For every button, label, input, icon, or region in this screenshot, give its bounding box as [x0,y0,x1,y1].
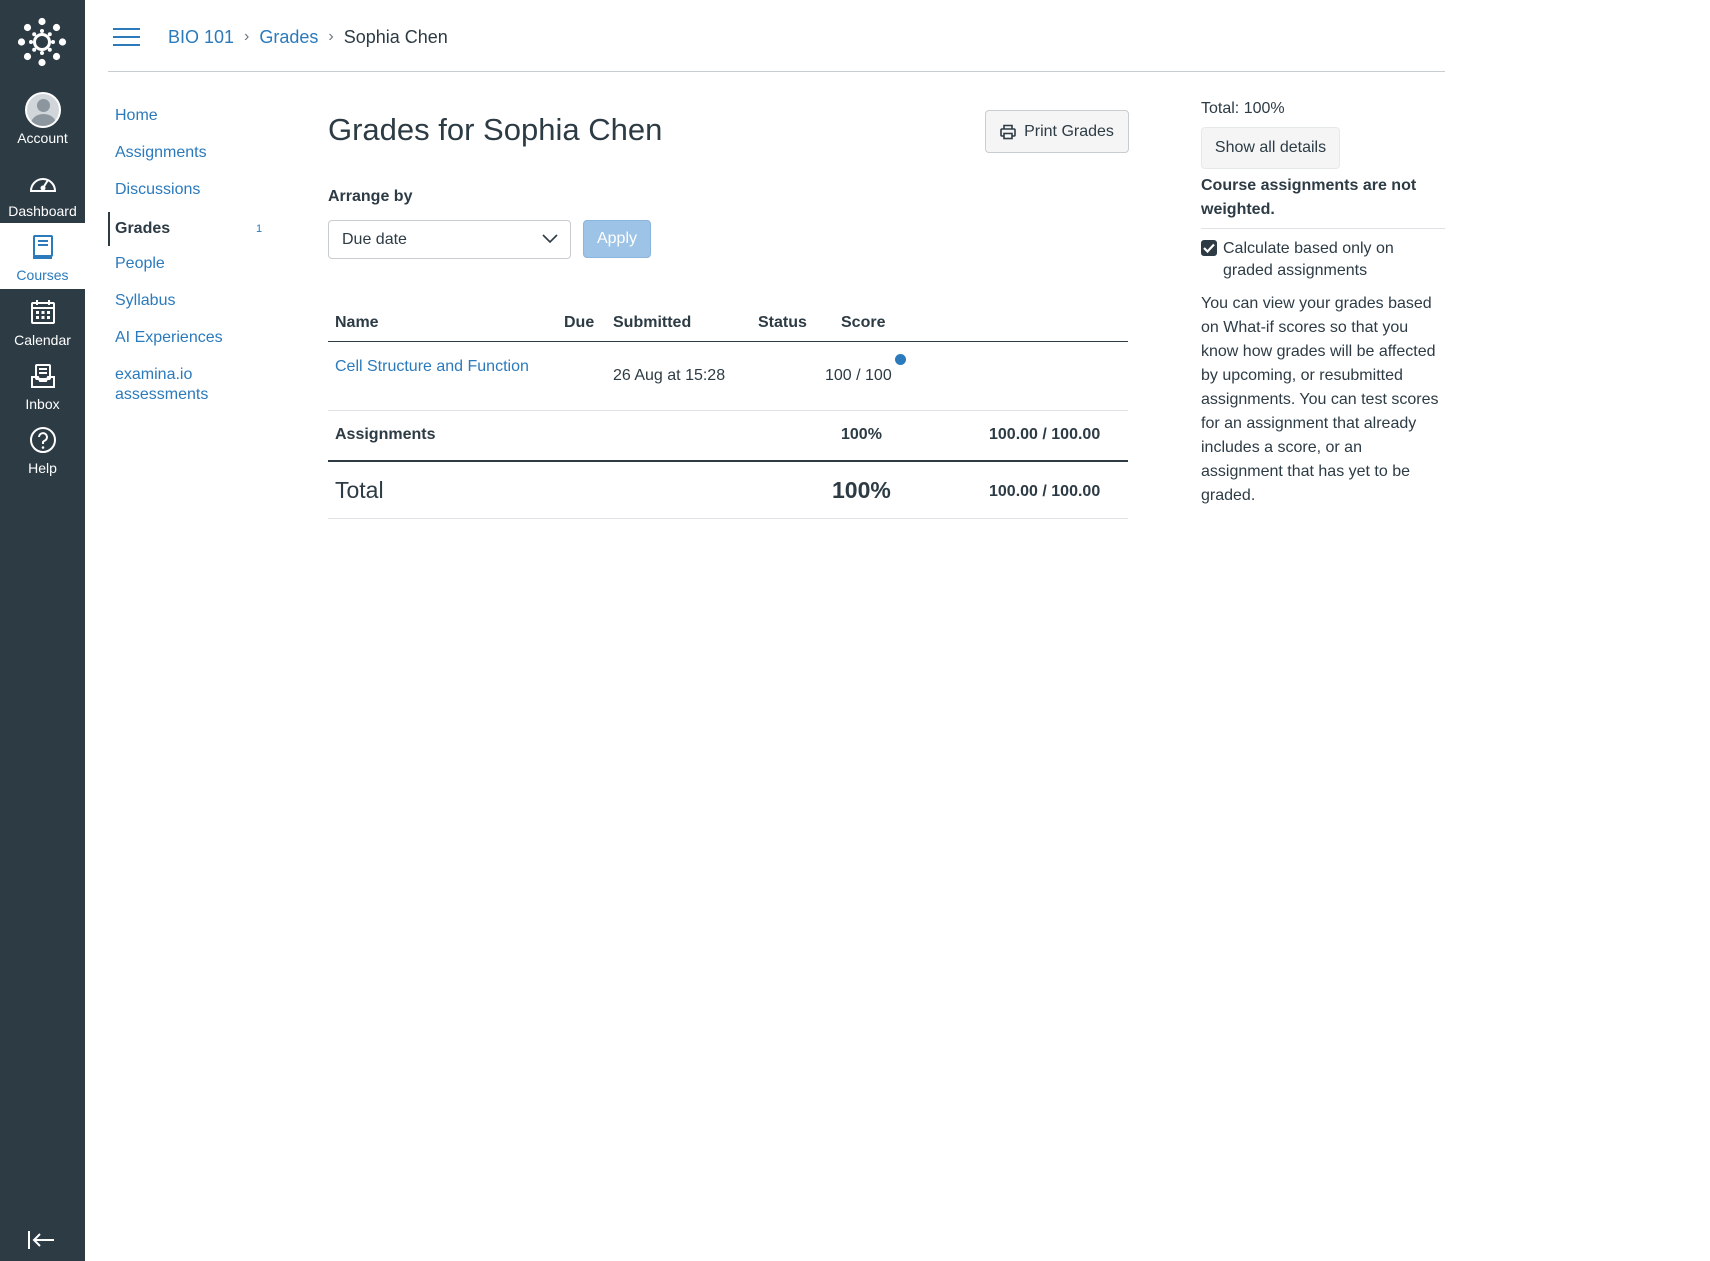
column-header-due[interactable]: Due [564,314,594,332]
global-nav-courses[interactable]: Courses [0,223,85,289]
arrange-by-label: Arrange by [328,188,413,205]
total-label: Total [335,477,384,503]
apply-button[interactable]: Apply [583,220,651,258]
total-divider [328,460,1128,462]
group-percent: 100% [841,426,882,443]
chevron-down-icon [542,234,558,244]
breadcrumb-course-link[interactable]: BIO 101 [168,27,234,48]
total-grade: Total: 100% [1201,100,1285,117]
calculate-graded-only-checkbox[interactable] [1201,240,1217,256]
printer-icon [1000,124,1016,139]
course-nav-grades-label: Grades [115,220,171,237]
hamburger-icon[interactable] [113,26,140,48]
course-nav-grades[interactable]: Grades 1 [108,212,268,246]
global-navigation: Account Dashboard Courses Calendar Inbox… [0,0,85,1261]
weighting-note: Course assignments are not weighted. [1201,177,1417,218]
inbox-icon [25,358,61,394]
course-nav-ai-experiences[interactable]: AI Experiences [108,328,223,348]
print-grades-label: Print Grades [1024,122,1114,140]
sidebar-divider [1201,228,1445,229]
group-name: Assignments [335,426,436,443]
submitted-date: 26 Aug at 15:28 [613,367,726,384]
unread-indicator[interactable] [895,354,906,365]
canvas-logo-icon[interactable] [17,17,67,67]
page-title: Grades for Sophia Chen [328,112,663,147]
course-nav-examina-assessments[interactable]: examina.io assessments [108,365,218,405]
global-nav-label: Dashboard [8,203,77,219]
assignment-link[interactable]: Cell Structure and Function [335,358,529,376]
global-nav-label: Help [28,460,57,476]
column-header-status[interactable]: Status [758,314,807,332]
unread-count-badge: 1 [256,223,263,235]
calculate-graded-only-label[interactable]: Calculate based only on graded assignmen… [1223,238,1445,282]
course-nav-assignments[interactable]: Assignments [108,143,207,163]
help-circle-icon [25,422,61,458]
global-nav-inbox[interactable]: Inbox [0,358,85,422]
header-divider [108,71,1445,72]
group-points: 100.00 / 100.00 [989,426,1101,443]
breadcrumb: BIO 101 › Grades › Sophia Chen [168,24,448,50]
column-header-name[interactable]: Name [335,314,379,332]
global-nav-calendar[interactable]: Calendar [0,294,85,358]
show-all-details-button[interactable]: Show all details [1201,127,1340,169]
course-nav-syllabus[interactable]: Syllabus [108,291,175,311]
table-header-divider [328,341,1128,342]
collapse-arrow-icon[interactable] [26,1228,58,1252]
course-nav-home[interactable]: Home [108,106,158,126]
calendar-icon [25,294,61,330]
total-percent: 100% [832,477,891,503]
global-nav-label: Account [17,130,68,146]
row-divider [328,518,1128,519]
assignment-score: 100 / 100 [825,367,892,384]
chevron-right-icon: › [328,28,334,45]
global-nav-label: Calendar [14,332,71,348]
avatar-icon [24,92,61,128]
global-nav-account[interactable]: Account [0,92,85,156]
dashboard-gauge-icon [25,165,61,201]
what-if-scores-note: You can view your grades based on What-i… [1201,295,1439,504]
course-nav-discussions[interactable]: Discussions [108,180,200,200]
book-icon [25,229,61,265]
column-header-score[interactable]: Score [841,314,885,332]
row-divider [328,410,1128,411]
global-nav-label: Courses [16,267,69,283]
global-nav-label: Inbox [25,396,60,412]
course-nav-people[interactable]: People [108,254,165,274]
total-points: 100.00 / 100.00 [989,483,1101,500]
checkmark-icon [1203,243,1215,253]
chevron-right-icon: › [244,28,250,45]
print-grades-button[interactable]: Print Grades [985,110,1129,153]
global-nav-dashboard[interactable]: Dashboard [0,165,85,223]
breadcrumb-current: Sophia Chen [343,26,448,47]
arrange-by-select[interactable]: Due date [328,220,571,259]
column-header-submitted[interactable]: Submitted [613,314,691,332]
arrange-by-selected: Due date [342,230,407,248]
breadcrumb-grades-link[interactable]: Grades [259,27,318,48]
global-nav-help[interactable]: Help [0,422,85,486]
